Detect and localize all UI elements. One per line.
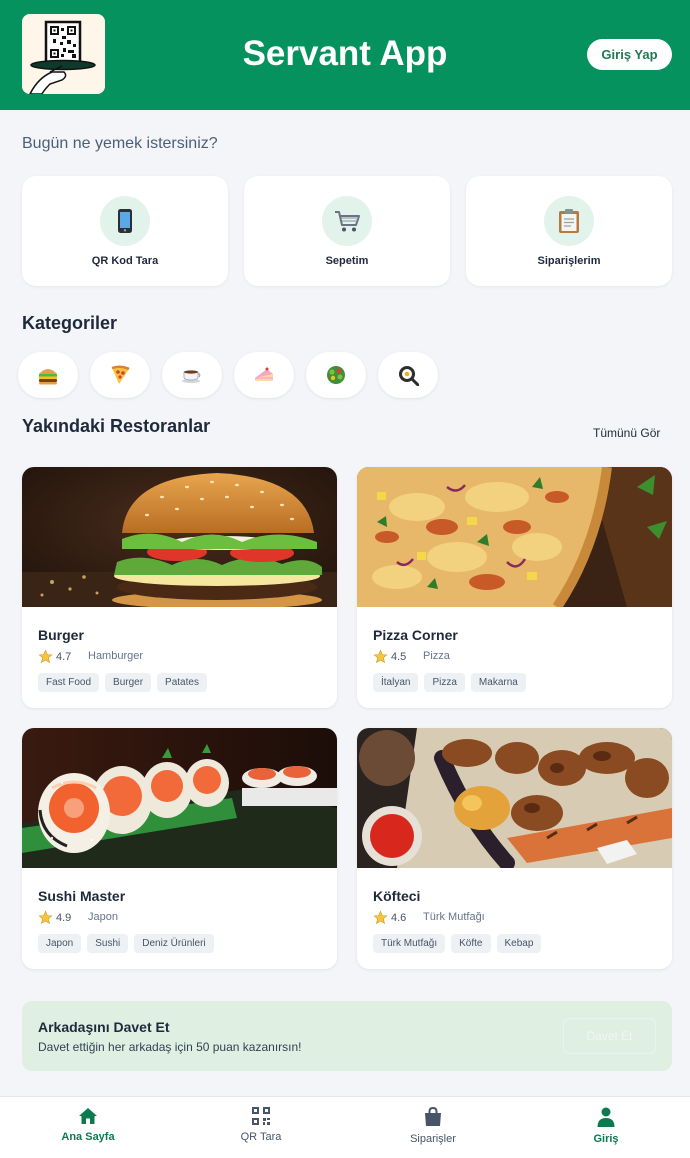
restaurant-name: Burger (38, 627, 84, 643)
bottom-navigation: Ana Sayfa QR Tara Siparişler Giriş (0, 1096, 690, 1158)
category-dessert[interactable] (234, 352, 294, 398)
invite-button[interactable]: Davet Et (563, 1018, 656, 1054)
restaurant-cuisine: Türk Mutfağı (423, 911, 485, 923)
qr-code-icon (252, 1107, 270, 1125)
tag: Kebap (496, 934, 542, 953)
restaurant-tags: Türk Mutfağı Köfte Kebap (373, 934, 542, 953)
pizza-slice-icon (111, 365, 130, 384)
nearby-restaurants-title: Yakındaki Restoranlar (22, 416, 211, 436)
nav-login[interactable]: Giriş (546, 1107, 666, 1145)
hamburger-icon (39, 369, 57, 385)
nav-login-label: Giriş (593, 1133, 619, 1145)
cake-slice-icon (255, 367, 273, 381)
shopping-cart-icon (322, 196, 372, 246)
star-icon (373, 649, 388, 664)
mobile-phone-icon (100, 196, 150, 246)
restaurant-rating: 4.9 (56, 912, 72, 924)
restaurant-cuisine: Pizza (423, 650, 450, 662)
invite-title: Arkadaşını Davet Et (38, 1019, 170, 1035)
restaurant-name: Sushi Master (38, 888, 126, 904)
restaurant-tags: Fast Food Burger Patates (38, 673, 207, 692)
tag: Japon (38, 934, 82, 953)
invite-text: Davet ettiğin her arkadaş için 50 puan k… (38, 1040, 302, 1054)
category-burger[interactable] (18, 352, 78, 398)
tag: Makarna (470, 673, 526, 692)
restaurant-rating: 4.5 (391, 651, 407, 663)
restaurant-cuisine: Japon (88, 911, 118, 923)
restaurant-tags: Japon Sushi Deniz Ürünleri (38, 934, 214, 953)
restaurant-rating: 4.6 (391, 912, 407, 924)
clipboard-icon (544, 196, 594, 246)
nav-home[interactable]: Ana Sayfa (28, 1107, 148, 1143)
cart-card[interactable]: Sepetim (244, 176, 450, 286)
restaurant-card-burger[interactable]: Burger 4.7 Hamburger Fast Food Burger Pa… (22, 467, 337, 708)
tag: Köfte (451, 934, 491, 953)
fried-egg-pan-icon (399, 366, 419, 386)
restaurant-card-pizza-corner[interactable]: Pizza Corner 4.5 Pizza İtalyan Pizza Mak… (357, 467, 672, 708)
app-header: Servant App Giriş Yap (0, 0, 690, 110)
burger-photo (22, 467, 337, 607)
restaurant-card-sushi-master[interactable]: Sushi Master 4.9 Japon Japon Sushi Deniz… (22, 728, 337, 969)
pizza-photo (357, 467, 672, 607)
star-icon (38, 910, 53, 925)
shopping-bag-icon (425, 1107, 441, 1126)
tag: Fast Food (38, 673, 100, 692)
orders-card[interactable]: Siparişlerim (466, 176, 672, 286)
category-breakfast[interactable] (378, 352, 438, 398)
tag: Pizza (424, 673, 465, 692)
greeting-text: Bugün ne yemek istersiniz? (22, 135, 218, 152)
sushi-photo (22, 728, 337, 868)
star-icon (38, 649, 53, 664)
category-salad[interactable] (306, 352, 366, 398)
nav-home-label: Ana Sayfa (61, 1131, 115, 1143)
qr-scan-label: QR Kod Tara (91, 255, 159, 267)
category-pizza[interactable] (90, 352, 150, 398)
tag: Türk Mutfağı (373, 934, 446, 953)
nav-orders-label: Siparişler (410, 1133, 456, 1145)
tag: Burger (105, 673, 152, 692)
tag: Deniz Ürünleri (134, 934, 214, 953)
restaurant-name: Köfteci (373, 888, 421, 904)
cart-label: Sepetim (325, 255, 369, 267)
kebab-photo (357, 728, 672, 868)
invite-banner: Arkadaşını Davet Et Davet ettiğin her ar… (22, 1001, 672, 1071)
qr-scan-card[interactable]: QR Kod Tara (22, 176, 228, 286)
coffee-cup-icon (182, 370, 201, 383)
star-icon (373, 910, 388, 925)
restaurant-cuisine: Hamburger (88, 650, 144, 662)
nav-qr-label: QR Tara (240, 1131, 282, 1143)
nav-orders[interactable]: Siparişler (373, 1107, 493, 1145)
login-button[interactable]: Giriş Yap (587, 39, 672, 70)
tag: İtalyan (373, 673, 419, 692)
categories-title: Kategoriler (22, 313, 118, 333)
restaurant-rating: 4.7 (56, 651, 72, 663)
tag: Sushi (87, 934, 129, 953)
see-all-link[interactable]: Tümünü Gör (593, 426, 660, 440)
salad-icon (327, 366, 345, 384)
restaurant-card-kofteci[interactable]: Köfteci 4.6 Türk Mutfağı Türk Mutfağı Kö… (357, 728, 672, 969)
user-icon (597, 1107, 615, 1127)
restaurant-tags: İtalyan Pizza Makarna (373, 673, 526, 692)
tag: Patates (157, 673, 207, 692)
nav-qr-scan[interactable]: QR Tara (201, 1107, 321, 1143)
home-icon (79, 1108, 97, 1124)
category-coffee[interactable] (162, 352, 222, 398)
orders-label: Siparişlerim (537, 255, 601, 267)
restaurant-name: Pizza Corner (373, 627, 458, 643)
